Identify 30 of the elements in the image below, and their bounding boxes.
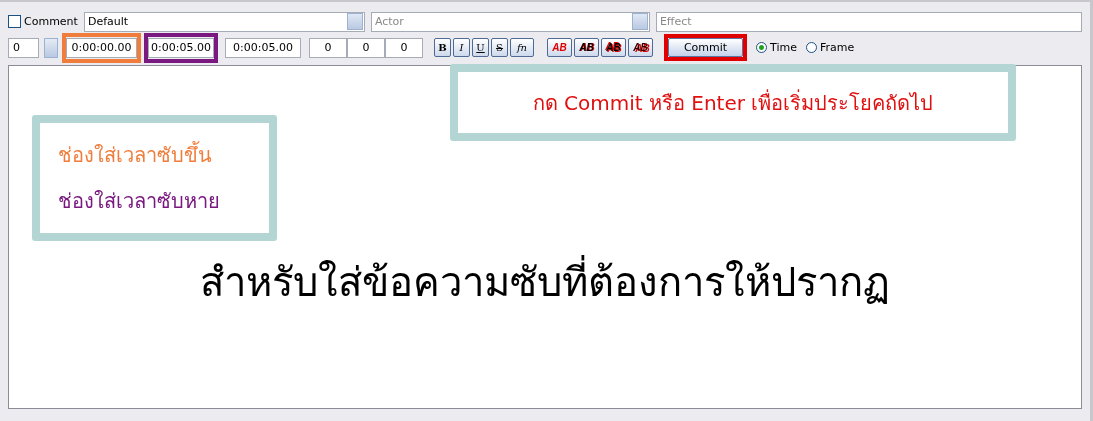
color-style-button[interactable]: AB [601,38,626,57]
time-field[interactable]: 0:00:00.00 [66,37,137,58]
time-field[interactable]: 0:00:05.00 [148,37,214,58]
margin-field[interactable]: 0 [385,37,423,58]
color-style-button[interactable]: AB [574,38,599,57]
radio-label: Frame [819,41,855,54]
margin-field[interactable]: 0 [347,37,385,58]
comment-checkbox[interactable] [8,15,21,28]
color-style-button[interactable]: AB [628,38,653,57]
callout-text: ช่องใส่เวลาซับหาย [58,188,221,215]
format-button[interactable]: I [453,38,470,57]
format-button[interactable]: U [472,38,489,57]
radio-label: Time [770,41,797,54]
format-button[interactable]: B [434,38,451,57]
format-button[interactable]: S [491,38,508,57]
margin-field[interactable]: 0 [309,37,347,58]
subtitle-text: สำหรับใส่ข้อความซับที่ต้องการให้ปรากฏ [200,250,890,314]
time-field[interactable]: 0:00:05.00 [225,37,301,58]
callout-text: กด Commit หรือ Enter เพื่อเริ่มประโยคถัดไป [532,88,934,117]
callout-text: ช่องใส่เวลาซับขึ้น [58,140,213,169]
layer-field[interactable]: 0 [8,37,39,58]
color-style-button[interactable]: AB [547,38,572,57]
effect-field[interactable]: Effect [655,11,1082,32]
format-button[interactable]: fn [510,38,534,57]
radio-button[interactable] [805,42,817,53]
commit-button[interactable]: Commit [668,38,743,57]
comment-label: Comment [24,15,78,28]
actor-dropdown[interactable]: Actor [370,11,650,32]
style-dropdown[interactable]: Default [83,11,365,32]
radio-button[interactable] [756,42,767,53]
